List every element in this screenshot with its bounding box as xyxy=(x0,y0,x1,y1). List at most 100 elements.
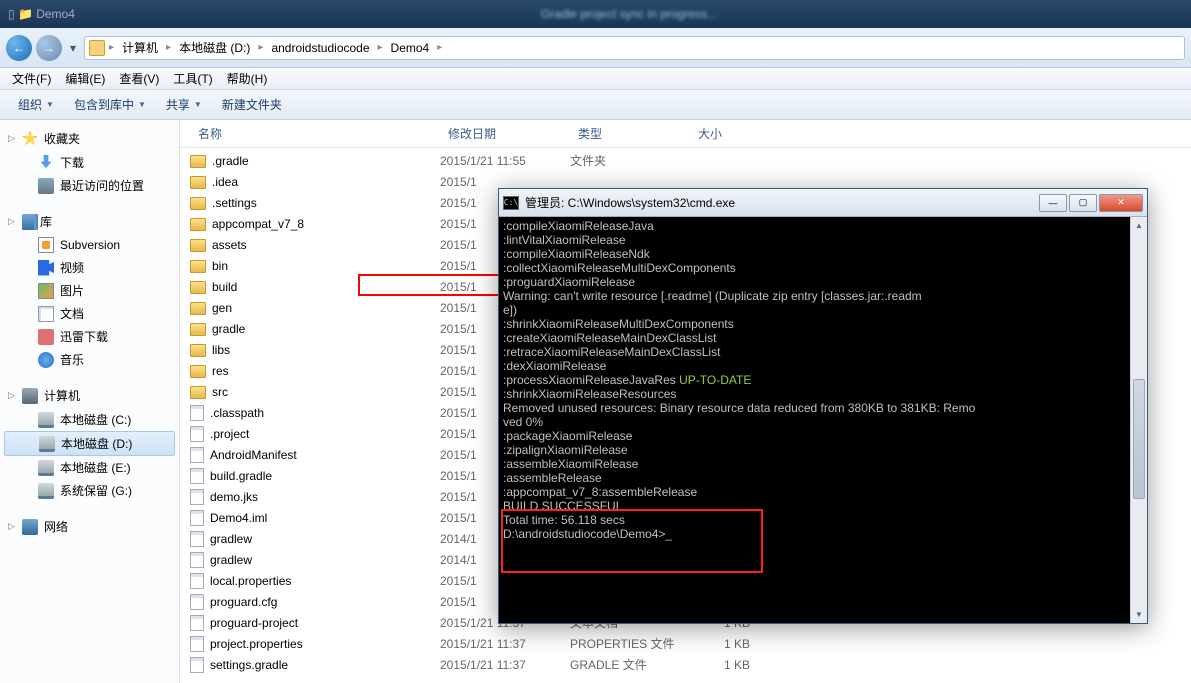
file-icon xyxy=(190,426,204,442)
cmd-output[interactable]: :compileXiaomiReleaseJava:lintVitalXiaom… xyxy=(499,217,1147,621)
close-button[interactable]: ✕ xyxy=(1099,194,1143,212)
command-toolbar: 组织▼包含到库中▼共享▼新建文件夹 xyxy=(0,90,1191,120)
file-name: assets xyxy=(212,238,247,252)
sidebar-group-header[interactable]: 库 xyxy=(0,209,179,234)
minimize-button[interactable]: — xyxy=(1039,194,1067,212)
scroll-thumb[interactable] xyxy=(1133,379,1145,499)
sidebar-group-label: 库 xyxy=(40,213,52,230)
folder-icon xyxy=(190,344,206,357)
file-name: proguard-project xyxy=(210,616,298,630)
cmd-window[interactable]: C:\ 管理员: C:\Windows\system32\cmd.exe — ▢… xyxy=(498,188,1148,624)
column-header-name[interactable]: 名称 xyxy=(190,121,440,146)
sidebar-item[interactable]: Subversion xyxy=(0,234,179,256)
app-titlebar: ▯ 📁 Demo4 Gradle project sync in progres… xyxy=(0,0,1191,28)
file-size: 1 KB xyxy=(690,658,770,672)
chevron-right-icon[interactable]: ▸ xyxy=(107,42,116,53)
file-icon xyxy=(190,447,204,463)
sidebar-item-label: 图片 xyxy=(60,282,84,299)
forward-button[interactable]: → xyxy=(36,35,62,61)
sidebar-item[interactable]: 本地磁盘 (E:) xyxy=(0,456,179,479)
file-name: .project xyxy=(210,427,249,441)
column-header-type[interactable]: 类型 xyxy=(570,121,690,146)
file-icon xyxy=(190,468,204,484)
file-icon xyxy=(190,531,204,547)
chevron-right-icon[interactable]: ▸ xyxy=(376,42,385,53)
file-name: proguard.cfg xyxy=(210,595,277,609)
sidebar-item[interactable]: 音乐 xyxy=(0,348,179,371)
sidebar-item[interactable]: 本地磁盘 (D:) xyxy=(4,431,175,456)
file-name: .idea xyxy=(212,175,238,189)
chevron-right-icon[interactable]: ▸ xyxy=(164,42,173,53)
chevron-right-icon[interactable]: ▸ xyxy=(256,42,265,53)
file-row[interactable]: .gradle2015/1/21 11:55文件夹 xyxy=(180,150,1191,171)
cmd-line: :retraceXiaomiReleaseMainDexClassList xyxy=(503,345,1143,359)
sidebar-item-label: Subversion xyxy=(60,238,120,252)
cmd-line: :lintVitalXiaomiRelease xyxy=(503,233,1143,247)
sidebar-item[interactable]: 下载 xyxy=(0,151,179,174)
sidebar-group-header[interactable]: 计算机 xyxy=(0,383,179,408)
cmd-line: :shrinkXiaomiReleaseResources xyxy=(503,387,1143,401)
sidebar-item[interactable]: 图片 xyxy=(0,279,179,302)
sidebar-item[interactable]: 视频 xyxy=(0,256,179,279)
sidebar-item[interactable]: 迅雷下载 xyxy=(0,325,179,348)
vid-icon xyxy=(38,260,54,276)
column-header-date[interactable]: 修改日期 xyxy=(440,121,570,146)
folder-icon xyxy=(190,365,206,378)
drive-icon xyxy=(39,436,55,452)
toolbar-item[interactable]: 组织▼ xyxy=(10,92,62,117)
sidebar-group-header[interactable]: 网络 xyxy=(0,514,179,539)
menu-bar: 文件(F)编辑(E)查看(V)工具(T)帮助(H) xyxy=(0,68,1191,90)
chevron-down-icon: ▼ xyxy=(138,100,146,109)
file-row[interactable]: settings.gradle2015/1/21 11:37GRADLE 文件1… xyxy=(180,654,1191,675)
file-name: res xyxy=(212,364,229,378)
menu-item[interactable]: 查看(V) xyxy=(113,68,165,89)
toolbar-item[interactable]: 新建文件夹 xyxy=(214,92,290,117)
file-icon xyxy=(190,615,204,631)
cmd-line: Warning: can't write resource [.readme] … xyxy=(503,289,1143,303)
menu-item[interactable]: 编辑(E) xyxy=(59,68,111,89)
sidebar-item[interactable]: 文档 xyxy=(0,302,179,325)
file-row[interactable]: project.properties2015/1/21 11:37PROPERT… xyxy=(180,633,1191,654)
menu-item[interactable]: 工具(T) xyxy=(167,68,218,89)
sidebar-item[interactable]: 系统保留 (G:) xyxy=(0,479,179,502)
cmd-scrollbar[interactable]: ▲ ▼ xyxy=(1130,217,1147,623)
breadcrumb-segment[interactable]: androidstudiocode xyxy=(267,39,373,57)
menu-item[interactable]: 文件(F) xyxy=(6,68,57,89)
mus-icon xyxy=(38,352,54,368)
breadcrumb-segment[interactable]: Demo4 xyxy=(387,39,434,57)
sidebar-item[interactable]: 本地磁盘 (C:) xyxy=(0,408,179,431)
toolbar-item[interactable]: 共享▼ xyxy=(158,92,210,117)
file-icon xyxy=(190,636,204,652)
sidebar-item-label: 本地磁盘 (C:) xyxy=(60,411,131,428)
breadcrumb-segment[interactable]: 本地磁盘 (D:) xyxy=(175,37,254,58)
toolbar-item[interactable]: 包含到库中▼ xyxy=(66,92,154,117)
cmd-line: D:\androidstudiocode\Demo4>_ xyxy=(503,527,1143,541)
drive-icon xyxy=(38,483,54,499)
address-bar[interactable]: ▸ 计算机 ▸ 本地磁盘 (D:) ▸ androidstudiocode ▸ … xyxy=(84,36,1185,60)
chevron-right-icon[interactable]: ▸ xyxy=(435,42,444,53)
chevron-down-icon: ▼ xyxy=(46,100,54,109)
file-icon xyxy=(190,405,204,421)
file-type: 文件夹 xyxy=(570,152,690,169)
sidebar-item-label: 迅雷下载 xyxy=(60,328,108,345)
sidebar-item-label: 下载 xyxy=(60,154,84,171)
svn-icon xyxy=(38,237,54,253)
column-header-size[interactable]: 大小 xyxy=(690,121,770,146)
sidebar-item[interactable]: 最近访问的位置 xyxy=(0,174,179,197)
dl-icon xyxy=(38,155,54,171)
breadcrumb-segment[interactable]: 计算机 xyxy=(118,37,162,58)
file-name: bin xyxy=(212,259,228,273)
scroll-up-icon[interactable]: ▲ xyxy=(1131,217,1147,234)
xl-icon xyxy=(38,329,54,345)
sidebar-item-label: 系统保留 (G:) xyxy=(60,482,132,499)
file-name: .settings xyxy=(212,196,257,210)
back-button[interactable]: ← xyxy=(6,35,32,61)
cmd-titlebar[interactable]: C:\ 管理员: C:\Windows\system32\cmd.exe — ▢… xyxy=(499,189,1147,217)
cmd-line: :dexXiaomiRelease xyxy=(503,359,1143,373)
scroll-down-icon[interactable]: ▼ xyxy=(1131,606,1147,623)
maximize-button[interactable]: ▢ xyxy=(1069,194,1097,212)
menu-item[interactable]: 帮助(H) xyxy=(221,68,274,89)
history-dropdown[interactable]: ▾ xyxy=(66,35,80,61)
sidebar-group-header[interactable]: 收藏夹 xyxy=(0,126,179,151)
file-name: local.properties xyxy=(210,574,291,588)
